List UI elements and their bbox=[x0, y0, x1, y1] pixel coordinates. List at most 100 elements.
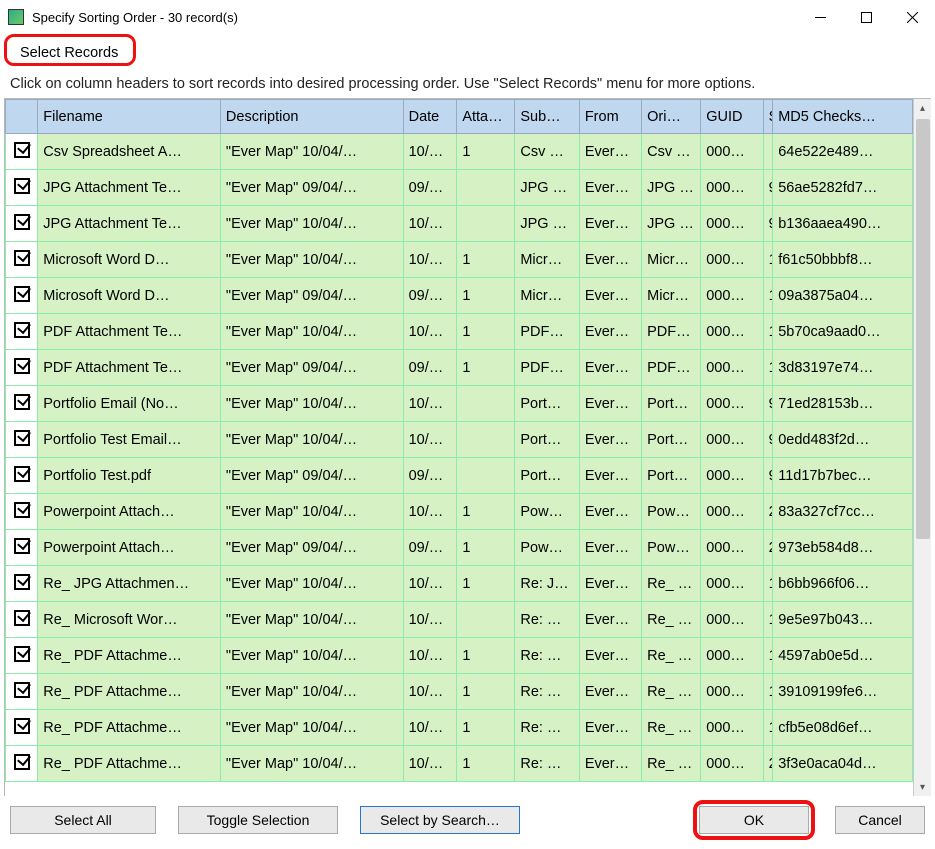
row-checkbox[interactable] bbox=[6, 350, 38, 386]
row-checkbox[interactable] bbox=[6, 638, 38, 674]
cell-attachments bbox=[457, 458, 515, 494]
row-checkbox[interactable] bbox=[6, 566, 38, 602]
table-row[interactable]: Portfolio Email (No…"Ever Map" 10/04/…10… bbox=[6, 386, 913, 422]
cell-size: 9 bbox=[763, 422, 773, 458]
table-row[interactable]: Microsoft Word D…"Ever Map" 09/04/…09/…1… bbox=[6, 278, 913, 314]
checkbox-checked-icon bbox=[14, 682, 30, 698]
cell-guid: 000… bbox=[701, 278, 763, 314]
ok-button[interactable]: OK bbox=[699, 806, 809, 834]
cell-attachments: 1 bbox=[457, 134, 515, 170]
header-subject[interactable]: Sub… bbox=[515, 100, 579, 134]
row-checkbox[interactable] bbox=[6, 422, 38, 458]
table-row[interactable]: Re_ PDF Attachme…"Ever Map" 10/04/…10/…1… bbox=[6, 746, 913, 782]
header-filename[interactable]: Filename bbox=[38, 100, 221, 134]
cell-date: 10/… bbox=[403, 638, 457, 674]
table-row[interactable]: Re_ PDF Attachme…"Ever Map" 10/04/…10/…1… bbox=[6, 710, 913, 746]
close-button[interactable] bbox=[889, 2, 935, 32]
cell-md5: 0edd483f2d… bbox=[773, 422, 913, 458]
row-checkbox[interactable] bbox=[6, 746, 38, 782]
scroll-down-icon[interactable]: ▾ bbox=[914, 778, 931, 796]
cell-guid: 000… bbox=[701, 422, 763, 458]
minimize-button[interactable] bbox=[797, 2, 843, 32]
row-checkbox[interactable] bbox=[6, 494, 38, 530]
cell-from: Ever… bbox=[579, 494, 641, 530]
cell-description: "Ever Map" 10/04/… bbox=[220, 566, 403, 602]
cell-filename: Re_ PDF Attachme… bbox=[38, 638, 221, 674]
cell-from: Ever… bbox=[579, 638, 641, 674]
checkbox-checked-icon bbox=[14, 466, 30, 482]
cell-description: "Ever Map" 10/04/… bbox=[220, 710, 403, 746]
table-row[interactable]: Powerpoint Attach…"Ever Map" 10/04/…10/…… bbox=[6, 494, 913, 530]
row-checkbox[interactable] bbox=[6, 530, 38, 566]
cell-original: Csv … bbox=[642, 134, 701, 170]
cell-description: "Ever Map" 09/04/… bbox=[220, 530, 403, 566]
cell-description: "Ever Map" 10/04/… bbox=[220, 494, 403, 530]
cell-md5: 83a327cf7cc… bbox=[773, 494, 913, 530]
row-checkbox[interactable] bbox=[6, 134, 38, 170]
cell-filename: Microsoft Word D… bbox=[38, 278, 221, 314]
scroll-up-icon[interactable]: ▴ bbox=[914, 99, 931, 117]
table-row[interactable]: Csv Spreadsheet A…"Ever Map" 10/04/…10/…… bbox=[6, 134, 913, 170]
table-row[interactable]: Portfolio Test.pdf"Ever Map" 09/04/…09/…… bbox=[6, 458, 913, 494]
row-checkbox[interactable] bbox=[6, 710, 38, 746]
cell-date: 10/… bbox=[403, 746, 457, 782]
table-row[interactable]: JPG Attachment Te…"Ever Map" 10/04/…10/…… bbox=[6, 206, 913, 242]
maximize-button[interactable] bbox=[843, 2, 889, 32]
cell-size: 1 bbox=[763, 602, 773, 638]
table-row[interactable]: Portfolio Test Email…"Ever Map" 10/04/…1… bbox=[6, 422, 913, 458]
checkbox-checked-icon bbox=[14, 718, 30, 734]
cell-filename: Microsoft Word D… bbox=[38, 242, 221, 278]
select-all-button[interactable]: Select All bbox=[10, 806, 156, 834]
row-checkbox[interactable] bbox=[6, 458, 38, 494]
table-row[interactable]: Powerpoint Attach…"Ever Map" 09/04/…09/…… bbox=[6, 530, 913, 566]
cancel-button[interactable]: Cancel bbox=[835, 806, 925, 834]
cell-size: 1 bbox=[763, 350, 773, 386]
select-by-search-button[interactable]: Select by Search… bbox=[360, 806, 520, 834]
row-checkbox[interactable] bbox=[6, 206, 38, 242]
cell-guid: 000… bbox=[701, 206, 763, 242]
cell-subject: JPG … bbox=[515, 170, 579, 206]
row-checkbox[interactable] bbox=[6, 602, 38, 638]
header-description[interactable]: Description bbox=[220, 100, 403, 134]
header-original[interactable]: Ori… bbox=[642, 100, 701, 134]
row-checkbox[interactable] bbox=[6, 170, 38, 206]
vertical-scrollbar[interactable]: ▴ ▾ bbox=[913, 99, 931, 796]
cell-description: "Ever Map" 10/04/… bbox=[220, 674, 403, 710]
row-checkbox[interactable] bbox=[6, 386, 38, 422]
table-row[interactable]: Re_ Microsoft Wor…"Ever Map" 10/04/…10/…… bbox=[6, 602, 913, 638]
toggle-selection-button[interactable]: Toggle Selection bbox=[178, 806, 338, 834]
header-checkbox[interactable] bbox=[6, 100, 38, 134]
cell-guid: 000… bbox=[701, 386, 763, 422]
row-checkbox[interactable] bbox=[6, 242, 38, 278]
cell-filename: Powerpoint Attach… bbox=[38, 494, 221, 530]
cell-subject: PDF… bbox=[515, 314, 579, 350]
scrollbar-thumb[interactable] bbox=[916, 119, 930, 539]
header-guid[interactable]: GUID bbox=[701, 100, 763, 134]
cell-from: Ever… bbox=[579, 278, 641, 314]
table-row[interactable]: PDF Attachment Te…"Ever Map" 10/04/…10/…… bbox=[6, 314, 913, 350]
row-checkbox[interactable] bbox=[6, 278, 38, 314]
cell-date: 10/… bbox=[403, 386, 457, 422]
cell-filename: Re_ Microsoft Wor… bbox=[38, 602, 221, 638]
checkbox-checked-icon bbox=[14, 286, 30, 302]
cell-guid: 000… bbox=[701, 494, 763, 530]
menu-select-records[interactable]: Select Records bbox=[12, 41, 126, 65]
row-checkbox[interactable] bbox=[6, 314, 38, 350]
header-date[interactable]: Date bbox=[403, 100, 457, 134]
table-row[interactable]: Microsoft Word D…"Ever Map" 10/04/…10/…1… bbox=[6, 242, 913, 278]
table-row[interactable]: PDF Attachment Te…"Ever Map" 09/04/…09/…… bbox=[6, 350, 913, 386]
cell-date: 09/… bbox=[403, 530, 457, 566]
table-row[interactable]: Re_ JPG Attachmen…"Ever Map" 10/04/…10/…… bbox=[6, 566, 913, 602]
header-from[interactable]: From bbox=[579, 100, 641, 134]
row-checkbox[interactable] bbox=[6, 674, 38, 710]
cell-original: Micr… bbox=[642, 278, 701, 314]
cell-attachments bbox=[457, 386, 515, 422]
cell-filename: Powerpoint Attach… bbox=[38, 530, 221, 566]
header-size[interactable]: S bbox=[763, 100, 773, 134]
table-row[interactable]: JPG Attachment Te…"Ever Map" 09/04/…09/…… bbox=[6, 170, 913, 206]
header-attachments[interactable]: Atta… bbox=[457, 100, 515, 134]
table-row[interactable]: Re_ PDF Attachme…"Ever Map" 10/04/…10/…1… bbox=[6, 638, 913, 674]
cell-filename: Csv Spreadsheet A… bbox=[38, 134, 221, 170]
table-row[interactable]: Re_ PDF Attachme…"Ever Map" 10/04/…10/…1… bbox=[6, 674, 913, 710]
header-md5[interactable]: MD5 Checks… bbox=[773, 100, 913, 134]
